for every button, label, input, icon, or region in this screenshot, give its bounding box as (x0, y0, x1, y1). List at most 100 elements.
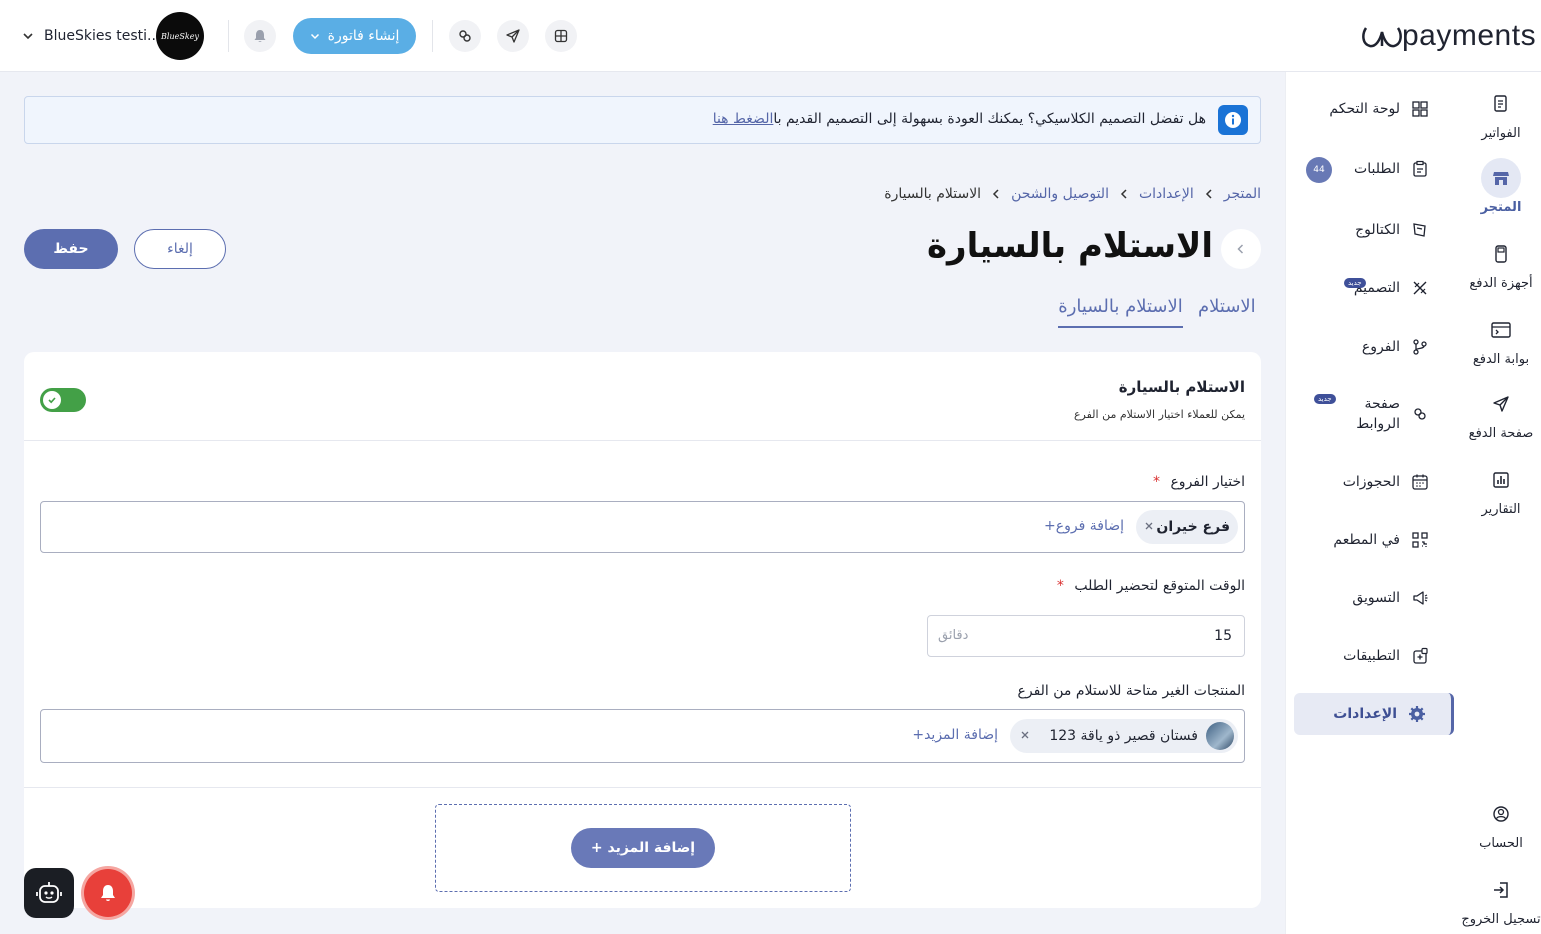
menu-item-catalog[interactable]: الكتالوج (1294, 209, 1454, 251)
breadcrumb-delivery[interactable]: التوصيل والشحن (1011, 186, 1109, 202)
tab-curbside-pickup[interactable]: الاستلام بالسيارة (1058, 296, 1183, 328)
account-avatar[interactable]: BlueSkey (156, 12, 204, 60)
menu-item-label: الفروع (1361, 339, 1400, 355)
logo-text: payments (1402, 19, 1537, 52)
iconbar-label: أجهزة الدفع (1469, 276, 1533, 291)
info-icon (1218, 105, 1248, 135)
info-banner: هل تفضل التصميم الكلاسيكي؟ يمكنك العودة … (24, 96, 1261, 144)
chevron-left-icon (991, 185, 1001, 204)
menu-item-label: في المطعم (1333, 532, 1400, 548)
iconbar-label: تسجيل الخروج (1461, 912, 1541, 927)
enable-toggle[interactable] (40, 388, 86, 412)
account-icon (1481, 794, 1521, 834)
unavailable-products-field[interactable]: فستان قصير ذو ياقة 123 +إضافة المزيد (40, 709, 1245, 763)
menu-item-bookings[interactable]: الحجوزات (1294, 461, 1454, 503)
breadcrumb: المتجر الإعدادات التوصيل والشحن الاستلام… (884, 182, 1261, 206)
branches-label-text: اختيار الفروع (1170, 474, 1245, 490)
menu-item-apps[interactable]: التطبيقات (1294, 635, 1454, 677)
links-button[interactable] (449, 20, 481, 52)
menu-item-restaurant[interactable]: في المطعم (1294, 519, 1454, 561)
prep-time-input[interactable]: 15 دقائق (927, 615, 1245, 657)
dashboard-icon (1410, 99, 1430, 119)
add-branches-link[interactable]: +إضافة فروع (1044, 518, 1124, 534)
prep-time-unit: دقائق (938, 628, 969, 643)
iconbar-item-reports[interactable]: التقارير (1461, 460, 1541, 517)
tab-pickup[interactable]: الاستلام (1198, 296, 1256, 317)
iconbar-label: التقارير (1481, 502, 1521, 517)
iconbar-label: صفحة الدفع (1468, 426, 1534, 441)
grid-icon (554, 29, 568, 43)
menu-item-settings[interactable]: الإعدادات (1294, 693, 1454, 735)
iconbar-item-account[interactable]: الحساب (1461, 794, 1541, 851)
menu-item-design[interactable]: التصميم (1294, 267, 1454, 309)
qr-icon (1410, 530, 1430, 550)
close-icon[interactable] (1020, 728, 1030, 744)
orders-count-badge: 44 (1306, 157, 1332, 183)
send-button[interactable] (497, 20, 529, 52)
chevron-left-icon (1204, 185, 1214, 204)
iconbar-item-invoices[interactable]: الفواتير (1461, 84, 1541, 141)
store-icon (1481, 158, 1521, 198)
product-chip: فستان قصير ذو ياقة 123 (1010, 719, 1238, 753)
save-button[interactable]: حفظ (24, 229, 118, 269)
menu-sidebar: لوحة التحكم الطلبات 44 الكتالوج التصميم … (1285, 72, 1461, 934)
create-invoice-label: إنشاء فاتورة (327, 28, 400, 44)
chevron-down-icon (310, 33, 319, 40)
new-badge: جديد (1344, 278, 1366, 288)
curbside-settings-card: الاستلام بالسيارة يمكن للعملاء اختيار ال… (24, 352, 1261, 908)
check-icon (43, 391, 61, 409)
iconbar-label: الحساب (1479, 836, 1523, 851)
close-icon[interactable] (1144, 519, 1154, 535)
avatar-text: BlueSkey (161, 31, 199, 41)
classic-design-link[interactable]: الضغط هنا (713, 111, 774, 127)
branch-chip: فرع خيران (1136, 510, 1238, 544)
menu-item-label: الكتالوج (1355, 222, 1400, 238)
iconbar-item-logout[interactable]: تسجيل الخروج (1461, 870, 1541, 927)
cancel-button[interactable]: إلغاء (134, 229, 226, 269)
iconbar-item-pos-devices[interactable]: أجهزة الدفع (1461, 234, 1541, 291)
branches-label: اختيار الفروع * (1153, 474, 1245, 490)
info-banner-text: هل تفضل التصميم الكلاسيكي؟ يمكنك العودة … (773, 111, 1206, 127)
breadcrumb-settings[interactable]: الإعدادات (1139, 186, 1194, 202)
breadcrumb-store[interactable]: المتجر (1224, 186, 1261, 202)
chat-assistant-button[interactable] (24, 868, 74, 918)
account-switcher[interactable]: BlueSkies testi... (22, 20, 160, 52)
add-more-button[interactable]: + إضافة المزيد (571, 828, 715, 868)
add-more-dropzone: + إضافة المزيد (435, 804, 851, 892)
iconbar-item-gateway[interactable]: بوابة الدفع (1461, 310, 1541, 367)
logo[interactable]: payments (1360, 16, 1536, 56)
add-products-link[interactable]: +إضافة المزيد (912, 727, 998, 743)
design-icon (1410, 278, 1430, 298)
new-badge: جديد (1314, 394, 1336, 404)
required-mark: * (1056, 578, 1064, 594)
gateway-icon (1481, 310, 1521, 350)
bell-icon (101, 885, 115, 901)
create-invoice-button[interactable]: إنشاء فاتورة (293, 18, 416, 54)
menu-item-label: صفحة الروابط (1356, 396, 1400, 432)
chevron-left-icon (1237, 244, 1244, 254)
iconbar-item-store[interactable]: المتجر (1461, 158, 1541, 215)
settings-icon (1407, 704, 1427, 724)
menu-item-dashboard[interactable]: لوحة التحكم (1294, 88, 1454, 130)
megaphone-icon (1410, 588, 1430, 608)
required-mark: * (1153, 474, 1160, 490)
breadcrumb-current: الاستلام بالسيارة (884, 186, 982, 202)
apps-grid-button[interactable] (545, 20, 577, 52)
iconbar-label: بوابة الدفع (1472, 352, 1530, 367)
divider (24, 787, 1261, 788)
menu-item-label: الحجوزات (1342, 474, 1400, 490)
menu-item-label: التسويق (1352, 590, 1400, 606)
menu-item-marketing[interactable]: التسويق (1294, 577, 1454, 619)
bell-icon (254, 30, 266, 42)
menu-item-label: التطبيقات (1343, 648, 1400, 664)
pos-device-icon (1481, 234, 1521, 274)
link-icon (1410, 404, 1430, 424)
iconbar-label: المتجر (1480, 200, 1522, 215)
notifications-button[interactable] (244, 20, 276, 52)
branches-field[interactable]: فرع خيران +إضافة فروع (40, 501, 1245, 553)
divider (24, 440, 1261, 441)
push-notifications-button[interactable] (84, 869, 132, 917)
iconbar-item-payment-page[interactable]: صفحة الدفع (1461, 384, 1541, 441)
menu-item-branches[interactable]: الفروع (1294, 326, 1454, 368)
back-button[interactable] (1221, 229, 1261, 269)
